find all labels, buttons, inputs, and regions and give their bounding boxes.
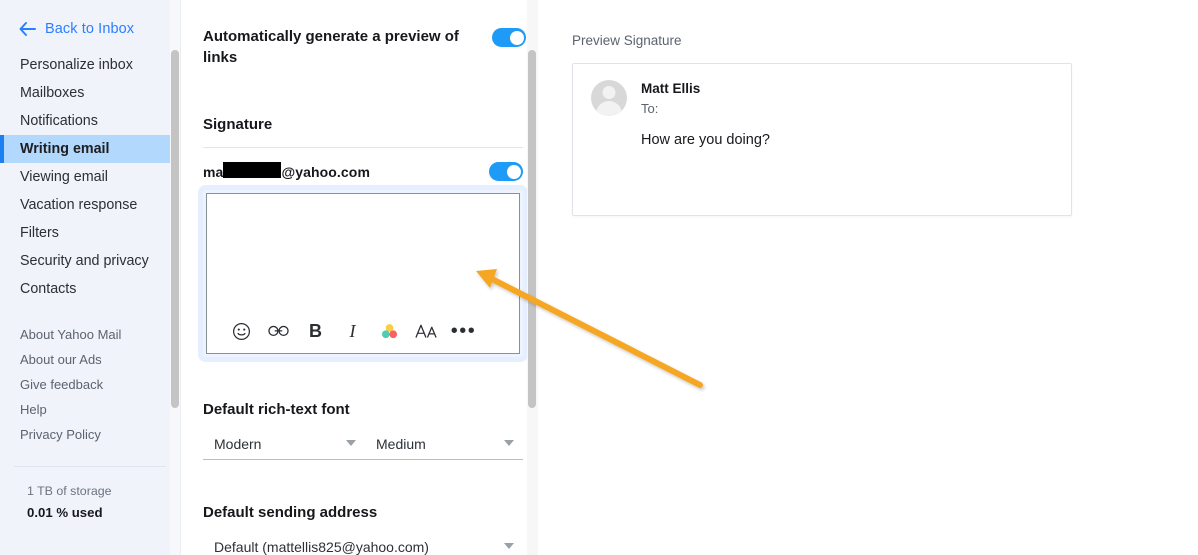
footer-link-label: About Yahoo Mail	[20, 327, 122, 342]
sidebar-item-vacation-response[interactable]: Vacation response	[0, 191, 180, 219]
footer-link-help[interactable]: Help	[0, 397, 180, 422]
italic-icon[interactable]: I	[334, 316, 371, 346]
preview-email-card: Matt Ellis To: How are you doing?	[572, 63, 1072, 216]
signature-editor-textarea[interactable]	[207, 194, 519, 313]
toggle-knob	[506, 164, 521, 179]
storage-total-label: 1 TB of storage	[27, 484, 112, 498]
footer-link-label: Help	[20, 402, 47, 417]
sidebar-item-label: Writing email	[20, 141, 110, 157]
link-icon[interactable]	[260, 316, 297, 346]
avatar-head-shape	[602, 86, 616, 99]
avatar	[591, 80, 627, 116]
rich-text-font-title: Default rich-text font	[203, 401, 350, 418]
signature-section-divider	[203, 147, 523, 148]
chevron-down-icon	[346, 440, 356, 446]
sidebar-item-label: Security and privacy	[20, 253, 149, 269]
footer-link-about-yahoo-mail[interactable]: About Yahoo Mail	[0, 322, 180, 347]
back-to-inbox-button[interactable]: Back to Inbox	[0, 0, 180, 40]
sidebar-item-label: Personalize inbox	[20, 57, 133, 73]
font-family-value: Modern	[214, 436, 262, 452]
sidebar-item-label: Vacation response	[20, 197, 138, 213]
footer-link-give-feedback[interactable]: Give feedback	[0, 372, 180, 397]
sidebar: Back to Inbox Personalize inbox Mailboxe…	[0, 0, 180, 555]
signature-editor-focus-ring: B I •••	[203, 190, 523, 357]
sidebar-footer-links: About Yahoo Mail About our Ads Give feed…	[0, 322, 180, 447]
sidebar-item-label: Viewing email	[20, 169, 108, 185]
settings-scrollbar-thumb[interactable]	[528, 50, 536, 408]
rich-text-font-selects: Modern Medium	[203, 429, 523, 460]
chevron-down-icon	[504, 440, 514, 446]
email-suffix: @yahoo.com	[281, 163, 370, 180]
more-options-icon[interactable]: •••	[445, 316, 482, 346]
link-preview-label: Automatically generate a preview of link…	[203, 28, 459, 66]
link-preview-toggle[interactable]	[492, 28, 526, 47]
signature-preview-panel: Preview Signature Matt Ellis To: How are…	[540, 0, 1198, 555]
email-redaction-bar	[223, 161, 282, 178]
text-color-icon[interactable]	[371, 316, 408, 346]
email-prefix: ma	[203, 163, 224, 180]
preview-email-header: Matt Ellis To:	[573, 64, 1071, 116]
sidebar-item-label: Filters	[20, 225, 59, 241]
footer-link-label: Give feedback	[20, 377, 104, 392]
sending-address-title: Default sending address	[203, 504, 378, 521]
sidebar-item-writing-email[interactable]: Writing email	[0, 135, 180, 163]
font-size-value: Medium	[376, 436, 426, 452]
footer-link-about-our-ads[interactable]: About our Ads	[0, 347, 180, 372]
sending-address-select[interactable]: Default (mattellis825@yahoo.com)	[203, 532, 523, 555]
footer-link-label: Privacy Policy	[20, 427, 101, 442]
panel-left-border	[180, 0, 181, 555]
signature-account-email: ma @yahoo.com	[203, 161, 370, 180]
sidebar-item-mailboxes[interactable]: Mailboxes	[0, 79, 180, 107]
sidebar-item-contacts[interactable]: Contacts	[0, 275, 180, 303]
signature-account-row: ma @yahoo.com	[203, 160, 523, 181]
sidebar-item-label: Contacts	[20, 281, 77, 297]
back-to-inbox-label: Back to Inbox	[45, 20, 135, 37]
footer-link-label: About our Ads	[20, 352, 102, 367]
preview-to-label: To:	[641, 101, 659, 116]
bold-icon[interactable]: B	[297, 316, 334, 346]
sidebar-item-viewing-email[interactable]: Viewing email	[0, 163, 180, 191]
sidebar-item-personalize-inbox[interactable]: Personalize inbox	[0, 51, 180, 79]
sidebar-item-label: Notifications	[20, 113, 98, 129]
font-family-select[interactable]: Modern	[203, 429, 365, 460]
link-preview-setting-row: Automatically generate a preview of link…	[203, 0, 526, 68]
font-size-select[interactable]: Medium	[365, 429, 523, 460]
toggle-knob	[509, 30, 524, 45]
signature-editor[interactable]: B I •••	[206, 193, 520, 354]
sidebar-item-notifications[interactable]: Notifications	[0, 107, 180, 135]
storage-used-label: 0.01 % used	[27, 505, 103, 520]
preview-sender-name: Matt Ellis	[641, 81, 701, 96]
storage-info: 1 TB of storage 0.01 % used	[0, 467, 180, 520]
settings-page: Back to Inbox Personalize inbox Mailboxe…	[0, 0, 1198, 555]
signature-editor-toolbar: B I •••	[207, 313, 519, 353]
preview-signature-label: Preview Signature	[572, 33, 682, 48]
signature-section-title: Signature	[203, 116, 273, 133]
sidebar-item-label: Mailboxes	[20, 85, 85, 101]
sending-address-select-wrap: Default (mattellis825@yahoo.com)	[203, 532, 523, 555]
sidebar-item-filters[interactable]: Filters	[0, 219, 180, 247]
chevron-down-icon	[504, 543, 514, 549]
avatar-body-shape	[596, 101, 622, 116]
font-size-icon[interactable]	[408, 316, 445, 346]
sending-address-value: Default (mattellis825@yahoo.com)	[214, 539, 429, 555]
sidebar-scrollbar-thumb[interactable]	[171, 50, 179, 408]
preview-email-meta: Matt Ellis To:	[627, 80, 700, 116]
writing-email-settings-panel: Automatically generate a preview of link…	[180, 0, 540, 555]
footer-link-privacy-policy[interactable]: Privacy Policy	[0, 422, 180, 447]
signature-toggle[interactable]	[489, 162, 523, 181]
emoji-icon[interactable]	[223, 316, 260, 346]
arrow-left-icon	[19, 21, 36, 36]
settings-nav: Personalize inbox Mailboxes Notification…	[0, 51, 180, 303]
sidebar-item-security-and-privacy[interactable]: Security and privacy	[0, 247, 180, 275]
preview-email-body: How are you doing?	[641, 132, 770, 148]
